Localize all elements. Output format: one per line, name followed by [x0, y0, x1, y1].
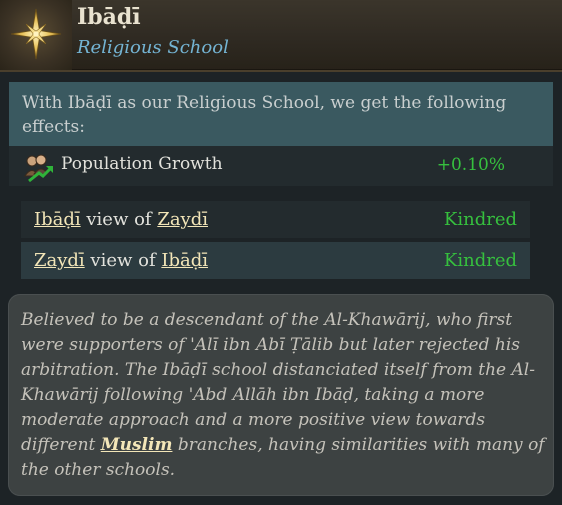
- view-row: Zaydī view of Ibāḍī Kindred: [21, 242, 530, 279]
- page-subtitle: Religious School: [77, 37, 229, 58]
- view-connector: view of: [80, 209, 158, 230]
- description-text: Believed to be a descendant of the Al-Kh…: [21, 308, 546, 483]
- tooltip-header: Ibāḍī Religious School: [0, 0, 562, 72]
- effects-panel: With Ibāḍī as our Religious School, we g…: [9, 82, 553, 186]
- effect-name: Population Growth: [61, 154, 223, 174]
- view-text: Zaydī view of Ibāḍī: [34, 250, 208, 271]
- effects-intro-box: With Ibāḍī as our Religious School, we g…: [9, 82, 553, 146]
- relation-status: Kindred: [443, 250, 517, 271]
- relation-status: Kindred: [443, 209, 517, 230]
- view-row: Ibāḍī view of Zaydī Kindred: [21, 201, 530, 238]
- population-growth-icon: [24, 154, 53, 183]
- effects-intro: With Ibāḍī as our Religious School, we g…: [22, 93, 507, 137]
- description-panel: Believed to be a descendant of the Al-Kh…: [8, 294, 554, 496]
- icon-frame: [0, 0, 72, 70]
- religion-link-zaydi[interactable]: Zaydī: [157, 209, 208, 230]
- view-connector: view of: [84, 250, 162, 271]
- page-title: Ibāḍī: [77, 4, 141, 30]
- religion-link-ibadi[interactable]: Ibāḍī: [161, 250, 208, 271]
- religion-link-zaydi[interactable]: Zaydī: [34, 250, 85, 271]
- compass-star-icon: [10, 8, 62, 60]
- religion-link-muslim[interactable]: Muslim: [101, 435, 173, 455]
- effect-value: +0.10%: [436, 155, 505, 175]
- view-text: Ibāḍī view of Zaydī: [34, 209, 208, 230]
- description-before: Believed to be a descendant of the Al-Kh…: [21, 310, 535, 455]
- religion-link-ibadi[interactable]: Ibāḍī: [34, 209, 81, 230]
